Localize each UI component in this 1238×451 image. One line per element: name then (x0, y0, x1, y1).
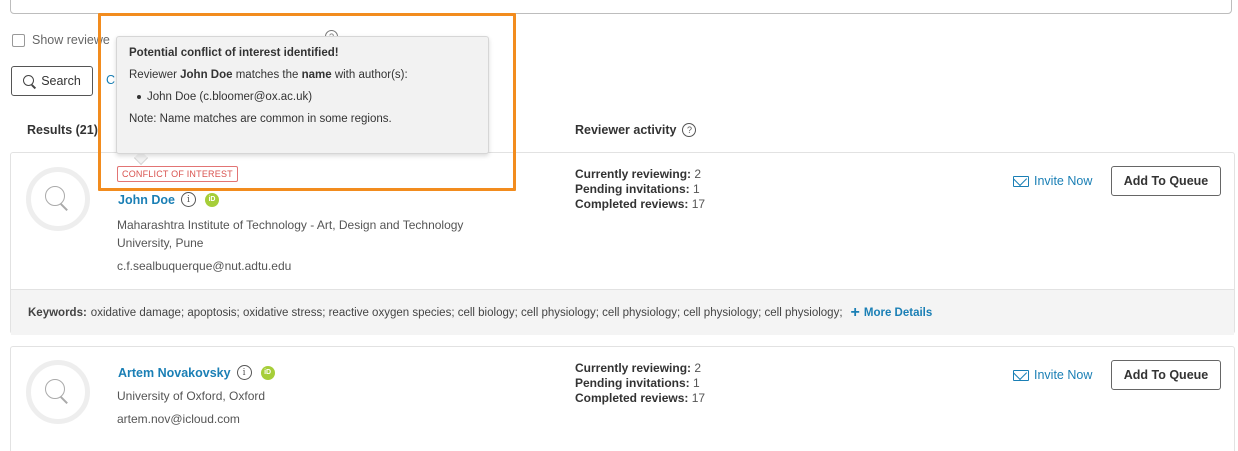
envelope-icon (1013, 369, 1029, 381)
invite-now-button[interactable]: Invite Now (1013, 368, 1092, 382)
pending-invitations-value: 1 (689, 376, 700, 390)
conflict-tooltip: Potential conflict of interest identifie… (116, 36, 489, 154)
currently-reviewing-label: Currently reviewing: (575, 361, 692, 375)
completed-reviews-value: 17 (688, 391, 706, 405)
keywords-row: Keywords: oxidative damage; apoptosis; o… (11, 289, 1234, 335)
search-button-label: Search (41, 74, 81, 88)
question-icon[interactable]: ? (682, 123, 697, 137)
reviewer-name-link[interactable]: John Doe (118, 193, 175, 207)
magnifier-icon (45, 379, 71, 405)
plus-icon: + (850, 303, 860, 321)
more-details-label: More Details (863, 306, 933, 319)
reviewer-email: c.f.sealbuquerque@nut.adtu.edu (117, 259, 292, 273)
currently-reviewing-value: 2 (691, 361, 702, 375)
magnifier-icon (23, 74, 36, 88)
tooltip-note: Note: Name matches are common in some re… (129, 113, 392, 125)
reviewer-activity-stats: Currently reviewing: 2 Pending invitatio… (575, 167, 705, 212)
keywords-list: oxidative damage; apoptosis; oxidative s… (90, 306, 843, 319)
top-search-field[interactable] (10, 0, 1232, 14)
affiliation-line: University of Oxford, Oxford (117, 389, 266, 403)
avatar (26, 167, 90, 231)
reviewer-activity-header: Reviewer activity ? (575, 123, 697, 137)
results-count: Results (21) (27, 123, 98, 137)
reviewer-name-row: John Doe i iD (118, 192, 219, 207)
show-reviewers-label: Show reviewe (32, 33, 110, 47)
info-icon[interactable]: i (236, 365, 252, 380)
completed-reviews-label: Completed reviews: (575, 197, 689, 211)
keywords-label: Keywords: (28, 306, 87, 319)
show-reviewers-option[interactable]: Show reviewe (12, 33, 110, 47)
currently-reviewing-label: Currently reviewing: (575, 167, 692, 181)
tooltip-author-item: John Doe (c.bloomer@ox.ac.uk) (137, 91, 476, 103)
tooltip-mid: matches the (232, 69, 302, 81)
orcid-icon[interactable]: iD (204, 192, 219, 207)
pending-invitations-label: Pending invitations: (575, 376, 690, 390)
conflict-of-interest-badge[interactable]: CONFLICT OF INTEREST (117, 166, 238, 182)
tooltip-prefix: Reviewer (129, 69, 181, 81)
currently-reviewing: Currently reviewing: 2 (575, 167, 705, 182)
completed-reviews: Completed reviews: 17 (575, 391, 705, 406)
reviewer-email: artem.nov@icloud.com (117, 412, 240, 426)
reviewer-affiliation: University of Oxford, Oxford (117, 387, 265, 405)
reviewer-activity-label: Reviewer activity (575, 123, 677, 137)
affiliation-line: Maharashtra Institute of Technology - Ar… (117, 218, 464, 232)
reviewer-activity-stats: Currently reviewing: 2 Pending invitatio… (575, 361, 705, 406)
magnifier-icon (45, 186, 71, 212)
currently-reviewing-value: 2 (691, 167, 702, 181)
currently-reviewing: Currently reviewing: 2 (575, 361, 705, 376)
search-button[interactable]: Search (11, 66, 93, 96)
avatar (26, 360, 90, 424)
affiliation-line: University, Pune (117, 236, 204, 250)
pending-invitations: Pending invitations: 1 (575, 376, 705, 391)
pending-invitations-value: 1 (689, 182, 700, 196)
tooltip-reviewer: John Doe (180, 69, 233, 81)
show-reviewers-checkbox[interactable] (12, 33, 25, 47)
pending-invitations: Pending invitations: 1 (575, 182, 705, 197)
info-icon[interactable]: i (180, 192, 196, 207)
tooltip-author: John Doe (c.bloomer@ox.ac.uk) (147, 91, 313, 103)
clear-link[interactable]: C (106, 73, 115, 87)
reviewer-affiliation: Maharashtra Institute of Technology - Ar… (117, 216, 463, 252)
pending-invitations-label: Pending invitations: (575, 182, 690, 196)
invite-now-label: Invite Now (1034, 368, 1093, 382)
more-details-link[interactable]: + More Details (850, 303, 933, 321)
invite-now-button[interactable]: Invite Now (1013, 174, 1092, 188)
add-to-queue-button[interactable]: Add To Queue (1111, 166, 1221, 196)
reviewer-name-row: Artem Novakovsky i iD (118, 365, 275, 380)
orcid-icon[interactable]: iD (260, 365, 275, 380)
bullet-icon (137, 95, 141, 99)
tooltip-suffix: with author(s): (331, 69, 408, 81)
completed-reviews-label: Completed reviews: (575, 391, 689, 405)
tooltip-title: Potential conflict of interest identifie… (129, 47, 339, 59)
completed-reviews: Completed reviews: 17 (575, 197, 705, 212)
reviewer-name-link[interactable]: Artem Novakovsky (118, 366, 231, 380)
tooltip-field: name (301, 69, 332, 81)
envelope-icon (1013, 175, 1029, 187)
invite-now-label: Invite Now (1034, 174, 1093, 188)
completed-reviews-value: 17 (688, 197, 706, 211)
tooltip-match-line: Reviewer John Doe matches the name with … (129, 69, 476, 81)
add-to-queue-button[interactable]: Add To Queue (1111, 360, 1221, 390)
